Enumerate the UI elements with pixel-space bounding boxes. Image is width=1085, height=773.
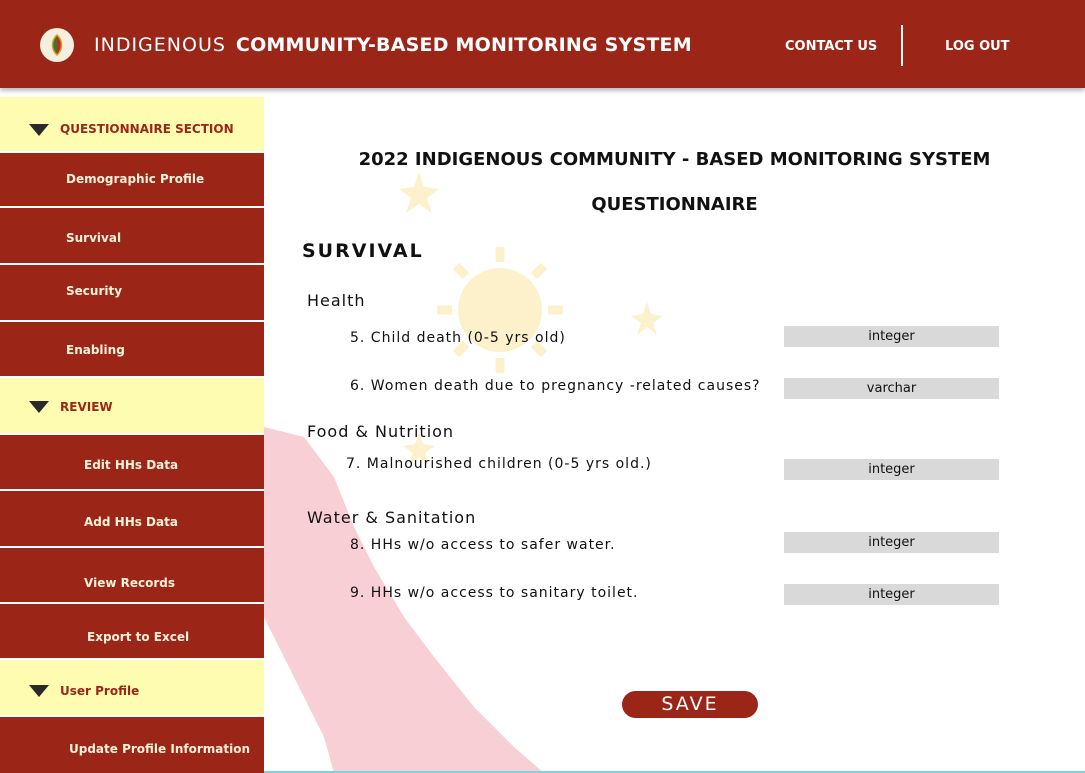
sidebar-item-label: Security (66, 284, 123, 298)
logo-icon (40, 28, 74, 62)
sidebar-item-update-profile[interactable]: Update Profile Information (0, 717, 264, 773)
triangle-down-icon (29, 401, 49, 413)
save-button[interactable]: SAVE (622, 691, 758, 718)
section-title-survival: SURVIVAL (302, 240, 424, 262)
sidebar-item-label: Survival (66, 231, 122, 245)
page-title: 2022 INDIGENOUS COMMUNITY - BASED MONITO… (358, 149, 991, 170)
sidebar-item-demographic[interactable]: Demographic Profile (0, 153, 264, 206)
sidebar-item-add-hhs[interactable]: Add HHs Data (0, 491, 264, 546)
brand-indigenous: INDIGENOUS (94, 34, 226, 56)
triangle-down-icon (29, 124, 49, 136)
sidebar: QUESTIONNAIRE SECTION Demographic Profil… (0, 97, 264, 773)
sidebar-item-label: View Records (84, 576, 175, 590)
question-9-label: 9. HHs w/o access to sanitary toilet. (350, 585, 639, 601)
header-divider (901, 25, 903, 66)
question-8-field[interactable] (784, 532, 999, 553)
question-7-label: 7. Malnourished children (0-5 yrs old.) (346, 456, 652, 472)
question-5-field[interactable] (784, 326, 999, 347)
app-title: INDIGENOUS COMMUNITY-BASED MONITORING SYS… (94, 34, 692, 56)
sidebar-item-label: Edit HHs Data (84, 458, 179, 472)
sidebar-item-export-excel[interactable]: Export to Excel (0, 604, 264, 658)
question-6-label: 6. Women death due to pregnancy -related… (350, 378, 761, 394)
sidebar-section-review[interactable]: REVIEW (0, 378, 264, 433)
sidebar-item-label: Enabling (66, 343, 125, 357)
sidebar-item-edit-hhs[interactable]: Edit HHs Data (0, 435, 264, 489)
page-subtitle: QUESTIONNAIRE (591, 194, 758, 215)
question-8-label: 8. HHs w/o access to safer water. (350, 537, 616, 553)
subsection-health: Health (307, 291, 366, 310)
sidebar-item-label: Demographic Profile (66, 172, 205, 186)
logout-link[interactable]: LOG OUT (945, 39, 1010, 54)
sidebar-section-label: User Profile (60, 684, 140, 698)
question-6-field[interactable] (784, 378, 999, 399)
question-9-field[interactable] (784, 584, 999, 605)
sidebar-section-label: QUESTIONNAIRE SECTION (60, 122, 234, 136)
sidebar-item-label: Export to Excel (87, 630, 190, 644)
brand-rest: COMMUNITY-BASED MONITORING SYSTEM (235, 34, 692, 56)
sidebar-item-security[interactable]: Security (0, 265, 264, 320)
question-7-field[interactable] (784, 459, 999, 480)
triangle-down-icon (29, 685, 49, 697)
subsection-food-nutrition: Food & Nutrition (307, 422, 455, 441)
main-content: 2022 INDIGENOUS COMMUNITY - BASED MONITO… (264, 97, 1085, 773)
sidebar-item-view-records[interactable]: View Records (0, 548, 264, 602)
sidebar-section-user-profile[interactable]: User Profile (0, 660, 264, 715)
app-header: INDIGENOUS COMMUNITY-BASED MONITORING SYS… (0, 0, 1085, 88)
sidebar-item-label: Update Profile Information (69, 742, 250, 756)
sidebar-item-label: Add HHs Data (84, 515, 178, 529)
sidebar-item-survival[interactable]: Survival (0, 208, 264, 263)
contact-us-link[interactable]: CONTACT US (785, 39, 877, 54)
question-5-label: 5. Child death (0-5 yrs old) (350, 330, 566, 346)
subsection-water-sanitation: Water & Sanitation (307, 508, 477, 527)
sidebar-item-enabling[interactable]: Enabling (0, 322, 264, 376)
sidebar-section-label: REVIEW (60, 400, 113, 414)
sidebar-section-questionnaire[interactable]: QUESTIONNAIRE SECTION (0, 97, 264, 151)
